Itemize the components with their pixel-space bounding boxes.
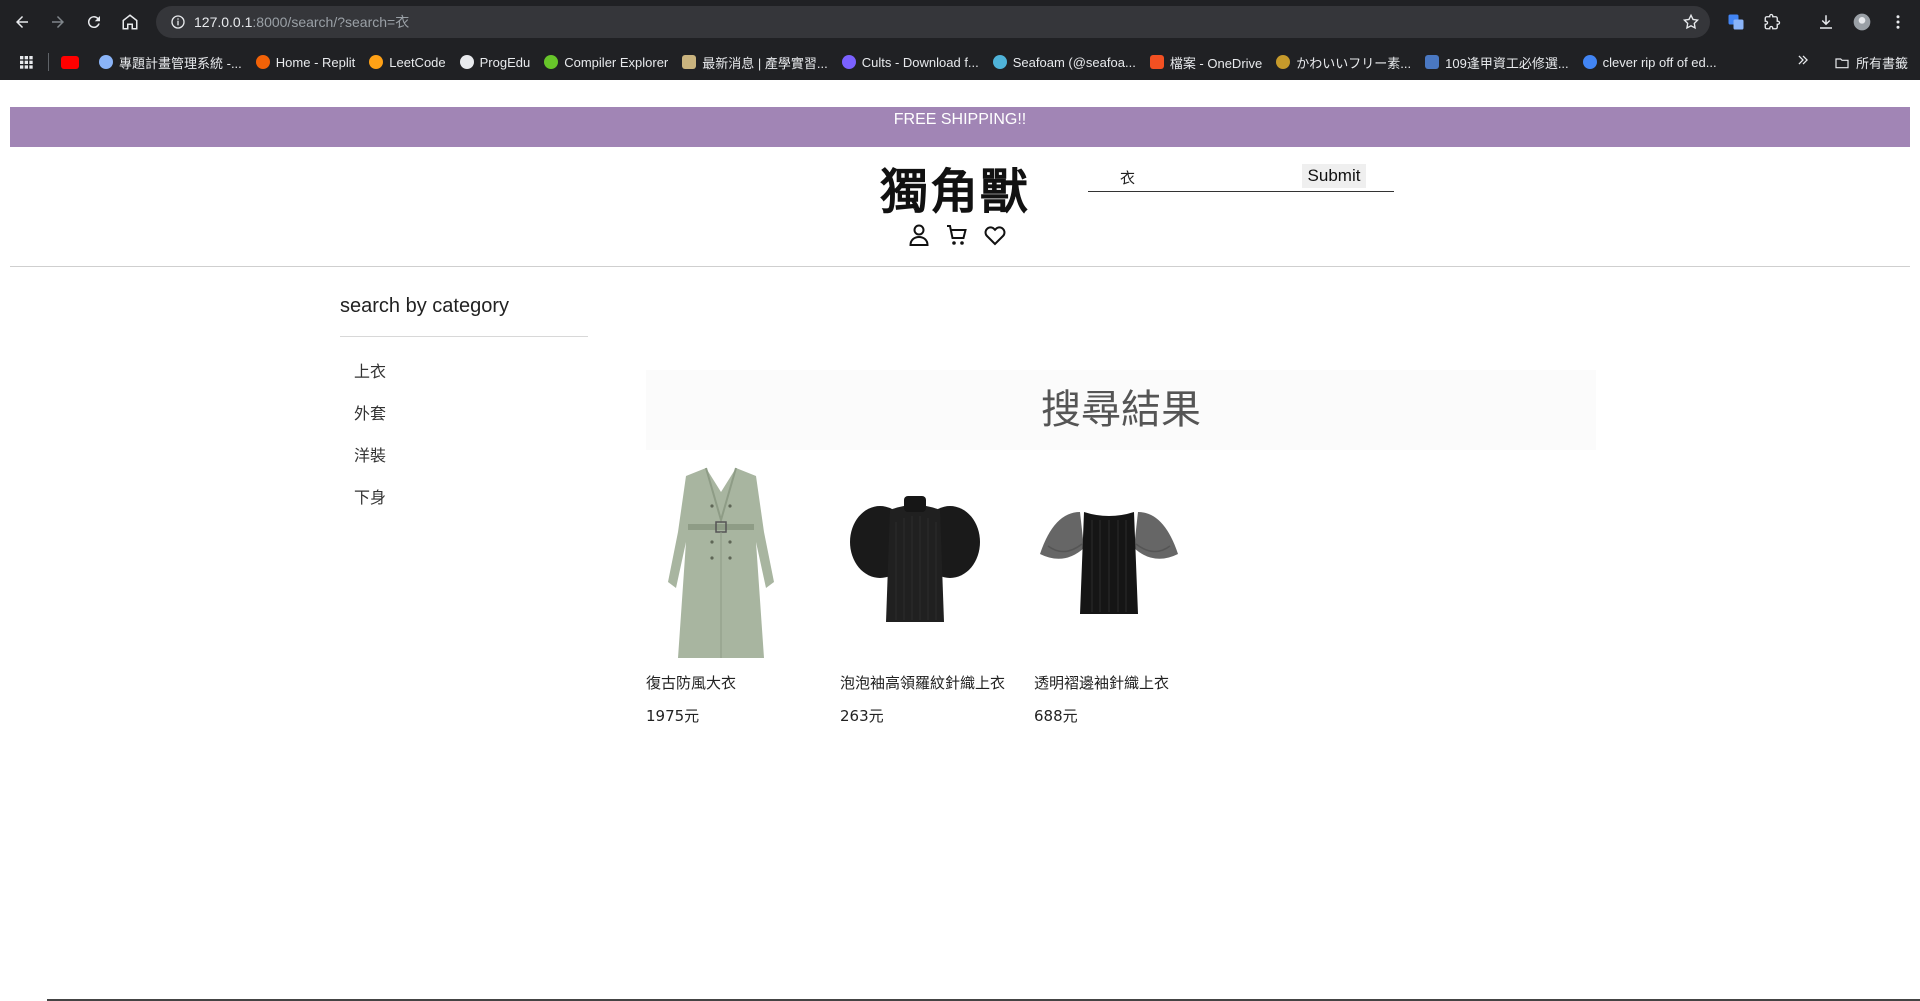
bookmark-item[interactable]: Cults - Download f... <box>841 54 979 70</box>
product-card[interactable]: 復古防風大衣 1975元 <box>646 462 840 726</box>
product-name[interactable]: 復古防風大衣 <box>646 672 840 693</box>
product-image-puff-sleeve-knit[interactable] <box>840 462 990 662</box>
bookmark-label: 最新消息 | 產學實習... <box>702 55 828 71</box>
forward-arrow-icon <box>52 16 64 28</box>
folder-icon <box>1835 57 1849 68</box>
bookmark-label: Compiler Explorer <box>564 54 669 70</box>
irasutoya-icon <box>1276 55 1291 69</box>
bookmark-item[interactable]: LeetCode <box>369 54 446 70</box>
bookmarks-divider <box>48 53 49 71</box>
reload-icon <box>87 16 100 29</box>
url-text: 127.0.0.1:8000/search/?search=衣 <box>194 14 410 30</box>
bookmark-item[interactable]: Seafoam (@seafoa... <box>992 54 1136 70</box>
bookmark-label: 109逢甲資工必修選... <box>1445 55 1569 71</box>
product-image-trench-coat[interactable] <box>646 462 796 662</box>
news-icon <box>682 55 697 69</box>
bookmark-item[interactable] <box>61 55 85 69</box>
compiler-explorer-icon <box>544 55 559 69</box>
bookmark-item[interactable]: ProgEdu <box>459 54 531 70</box>
bookmarks-bar: 專題計畫管理系統 -... Home - Replit LeetCode ProgEd… <box>0 44 1920 80</box>
product-name[interactable]: 泡泡袖高領羅紋針織上衣 <box>840 672 1034 693</box>
bookmark-item[interactable]: clever rip off of ed... <box>1582 54 1717 70</box>
bookmark-item[interactable]: 檔案 - OneDrive <box>1149 53 1263 72</box>
browser-toolbar: 127.0.0.1:8000/search/?search=衣 <box>0 0 1920 44</box>
reload-button[interactable] <box>80 8 108 36</box>
sidebar-divider <box>340 336 588 337</box>
search-form: Submit <box>1088 164 1394 192</box>
product-card[interactable]: 泡泡袖高領羅紋針織上衣 263元 <box>840 462 1034 726</box>
leetcode-icon <box>369 55 384 69</box>
bookmark-item[interactable]: Home - Replit <box>255 54 356 70</box>
bookmark-label: ProgEdu <box>479 54 531 70</box>
all-bookmarks-folder[interactable]: 所有書籤 <box>1834 53 1908 72</box>
globe-icon <box>99 55 113 69</box>
bookmark-label: clever rip off of ed... <box>1602 54 1717 70</box>
search-results: 搜尋結果 復古防風大衣 1975元 泡泡袖高領羅紋針織上衣 263元 透明褶邊袖… <box>646 370 1596 726</box>
browser-menu-icon[interactable] <box>1884 8 1912 36</box>
header-divider <box>10 266 1910 267</box>
bookmark-item[interactable]: 109逢甲資工必修選... <box>1425 53 1569 72</box>
category-item-dresses[interactable]: 洋裝 <box>340 435 588 477</box>
progedu-icon <box>459 55 474 69</box>
product-card[interactable]: 透明褶邊袖針織上衣 688元 <box>1034 462 1228 726</box>
category-list: 上衣 外套 洋裝 下身 <box>340 351 588 519</box>
home-button[interactable] <box>116 8 144 36</box>
cart-icon[interactable] <box>944 222 970 248</box>
product-price: 263元 <box>840 707 884 725</box>
profile-avatar-icon[interactable] <box>1848 8 1876 36</box>
bookmark-item[interactable]: 最新消息 | 產學實習... <box>682 53 828 72</box>
category-item-jackets[interactable]: 外套 <box>340 393 588 435</box>
address-bar[interactable]: 127.0.0.1:8000/search/?search=衣 <box>156 6 1710 38</box>
bookmark-label: Home - Replit <box>275 54 356 70</box>
banner-text: FREE SHIPPING!! <box>893 111 1027 128</box>
bookmark-item[interactable]: 專題計畫管理系統 -... <box>99 53 242 72</box>
site-logo[interactable]: 獨角獸 <box>880 152 1030 222</box>
bookmark-label: Seafoam (@seafoa... <box>1012 54 1136 70</box>
replit-icon <box>255 55 270 69</box>
seafoam-icon <box>992 55 1007 69</box>
google-icon <box>1582 55 1597 69</box>
youtube-icon <box>61 55 79 69</box>
submit-button[interactable]: Submit <box>1302 164 1366 188</box>
extensions-icon[interactable] <box>1758 8 1786 36</box>
bookmark-label: Cults - Download f... <box>861 54 979 70</box>
translate-icon[interactable] <box>1722 8 1750 36</box>
bookmark-label: かわいいフリー素... <box>1296 55 1412 71</box>
bookmark-star-icon[interactable] <box>1682 13 1700 35</box>
apps-grid-icon[interactable] <box>8 54 44 70</box>
more-bookmarks-icon[interactable] <box>1796 53 1810 70</box>
forward-button[interactable] <box>44 8 72 36</box>
microsoft-icon <box>1149 55 1164 69</box>
sidebar-title: search by category <box>340 295 509 317</box>
free-shipping-banner: FREE SHIPPING!! <box>10 107 1910 147</box>
back-button[interactable] <box>8 8 36 36</box>
browser-chrome: 127.0.0.1:8000/search/?search=衣 專題計畫管理系統… <box>0 0 1920 80</box>
header-icon-bar <box>906 222 1008 248</box>
download-icon[interactable] <box>1812 8 1840 36</box>
bookmark-item[interactable]: Compiler Explorer <box>544 55 668 70</box>
product-name[interactable]: 透明褶邊袖針織上衣 <box>1034 672 1228 693</box>
search-input[interactable] <box>1088 164 1298 190</box>
document-icon <box>1425 55 1440 69</box>
results-title: 搜尋結果 <box>646 370 1596 450</box>
bookmark-label: 檔案 - OneDrive <box>1169 55 1263 71</box>
home-icon <box>122 14 138 30</box>
bookmark-item[interactable]: かわいいフリー素... <box>1276 53 1411 72</box>
product-price: 1975元 <box>646 707 700 725</box>
site-info-icon[interactable] <box>162 6 194 38</box>
category-sidebar: search by category 上衣 外套 洋裝 下身 <box>340 295 588 519</box>
cults-icon <box>841 55 856 69</box>
product-grid: 復古防風大衣 1975元 泡泡袖高領羅紋針織上衣 263元 透明褶邊袖針織上衣 … <box>646 462 1596 726</box>
category-item-tops[interactable]: 上衣 <box>340 351 588 393</box>
product-price: 688元 <box>1034 707 1078 725</box>
product-image-ruffle-sleeve-knit[interactable] <box>1034 462 1184 662</box>
bookmark-label: 專題計畫管理系統 -... <box>119 55 242 71</box>
user-icon[interactable] <box>906 222 932 248</box>
heart-icon[interactable] <box>982 222 1008 248</box>
web-page: FREE SHIPPING!! 獨角獸 Submit search by cat… <box>0 80 1920 1001</box>
all-bookmarks-label: 所有書籤 <box>1855 56 1908 71</box>
category-item-bottoms[interactable]: 下身 <box>340 477 588 519</box>
bookmark-label: LeetCode <box>389 54 446 70</box>
back-arrow-icon <box>16 16 28 28</box>
